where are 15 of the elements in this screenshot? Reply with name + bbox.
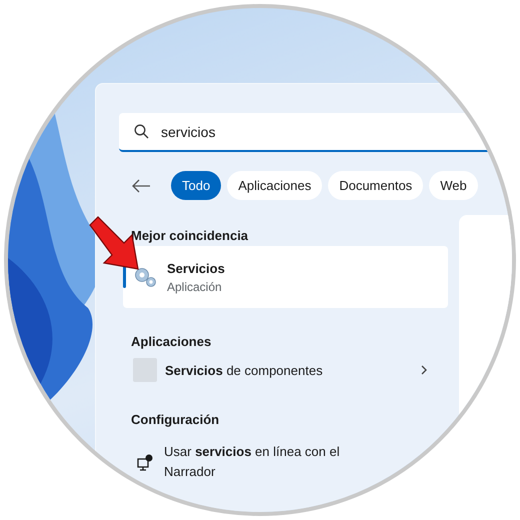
filter-tab[interactable]: Aplicaciones: [227, 171, 322, 200]
selection-indicator: [123, 265, 126, 288]
filter-tab[interactable]: Web: [429, 171, 478, 200]
best-match-card[interactable]: Servicios Aplicación: [123, 246, 448, 308]
result-label: Servicios de componentes: [165, 362, 324, 378]
result-label: Usar servicios en línea con el Narrador: [164, 443, 341, 481]
result-type: Aplicación: [167, 280, 223, 294]
gears-icon: [133, 265, 157, 289]
search-input[interactable]: servicios: [161, 124, 461, 140]
filter-tab[interactable]: Documentos: [328, 171, 424, 200]
result-title: Servicios: [167, 260, 225, 276]
filter-tab[interactable]: Todo: [171, 171, 222, 200]
search-icon: [134, 124, 149, 139]
monitor-icon: [137, 454, 153, 470]
back-arrow-icon[interactable]: [131, 178, 151, 194]
